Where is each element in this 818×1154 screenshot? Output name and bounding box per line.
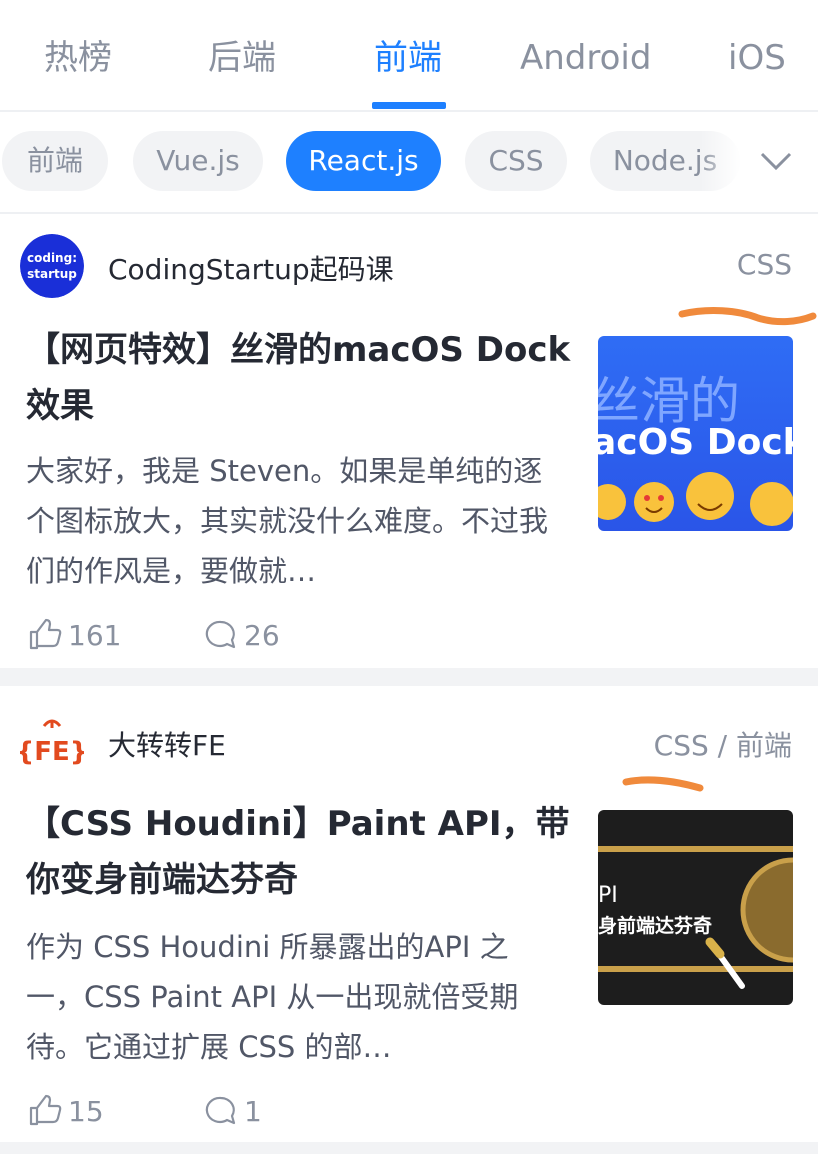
thumbs-up-icon: [29, 618, 62, 650]
comment-icon: [205, 1096, 236, 1125]
author-name[interactable]: 大转转FE: [108, 724, 226, 764]
top-tab-bar: 热榜 后端 前端 Android iOS: [0, 0, 818, 112]
avatar[interactable]: coding: startup: [20, 234, 84, 298]
chip-frontend[interactable]: 前端: [2, 131, 108, 191]
article-excerpt: 大家好，我是 Steven。如果是单纯的逐个图标放大，其实就没什么难度。不过我们…: [26, 454, 549, 588]
annotation-scribble: [678, 307, 817, 326]
article-title[interactable]: 【网页特效】丝滑的macOS Dock效果: [26, 322, 586, 434]
svg-text:startup: startup: [27, 267, 77, 281]
like-count[interactable]: 15: [28, 1094, 104, 1128]
thumbs-up-icon: [29, 1094, 62, 1126]
tab-frontend[interactable]: 前端: [374, 34, 442, 82]
article-excerpt: 作为 CSS Houdini 所暴露出的API 之一，CSS Paint API…: [26, 930, 519, 1064]
avatar[interactable]: {FE}: [20, 710, 84, 774]
comment-count[interactable]: 26: [204, 618, 280, 652]
chip-css[interactable]: CSS: [465, 131, 567, 191]
author-name[interactable]: CodingStartup起码课: [108, 248, 394, 288]
tab-hot[interactable]: 热榜: [44, 34, 112, 82]
card-divider: [0, 668, 818, 686]
comment-count-value: 1: [244, 1094, 262, 1128]
svg-text:PI: PI: [598, 883, 618, 908]
svg-text:身前端达芬奇: 身前端达芬奇: [598, 914, 712, 937]
tab-ios[interactable]: iOS: [728, 34, 786, 82]
chip-reactjs[interactable]: React.js: [286, 131, 441, 191]
chip-vuejs[interactable]: Vue.js: [133, 131, 263, 191]
annotation-scribble: [622, 776, 704, 792]
like-count[interactable]: 161: [28, 618, 121, 652]
like-count-value: 161: [68, 618, 122, 652]
svg-text:coding:: coding:: [27, 251, 77, 265]
svg-text:acOS Dock: acOS Dock: [598, 422, 793, 463]
article-title[interactable]: 【CSS Houdini】Paint API，带你变身前端达芬奇: [26, 796, 586, 908]
comment-icon: [205, 620, 236, 649]
tab-backend[interactable]: 后端: [208, 34, 276, 82]
article-card[interactable]: coding: startup CodingStartup起码课 CSS 【网页…: [0, 214, 818, 668]
article-thumbnail[interactable]: 丝滑的 acOS Dock: [598, 336, 793, 531]
article-tags: CSS / 前端: [653, 729, 792, 762]
svg-text:{FE}: {FE}: [20, 737, 84, 767]
active-tab-indicator: [372, 102, 446, 109]
article-card[interactable]: {FE} 大转转FE CSS / 前端 【CSS Houdini】Paint A…: [0, 686, 818, 1140]
article-thumbnail[interactable]: PI 身前端达芬奇: [598, 810, 793, 1005]
article-tags: CSS: [736, 248, 792, 281]
tag-chip-row: 前端 Vue.js React.js CSS Node.js: [0, 112, 818, 214]
chevron-down-icon[interactable]: [754, 142, 798, 182]
comment-count[interactable]: 1: [204, 1094, 262, 1128]
tab-android[interactable]: Android: [520, 34, 651, 82]
comment-count-value: 26: [244, 618, 280, 652]
card-divider: [0, 1142, 818, 1154]
like-count-value: 15: [68, 1094, 104, 1128]
